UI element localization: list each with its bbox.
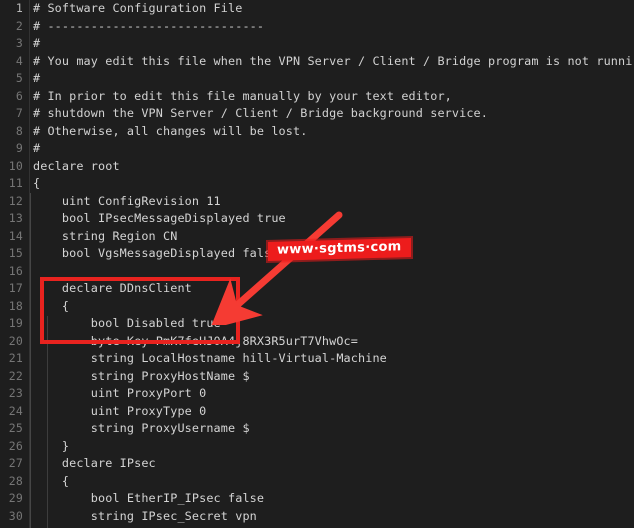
code-line[interactable]: # xyxy=(33,70,634,88)
code-line[interactable]: declare IPsec xyxy=(33,455,634,473)
line-number: 29 xyxy=(8,491,23,506)
code-line[interactable] xyxy=(33,263,634,281)
line-number: 4 xyxy=(15,53,23,68)
code-line[interactable]: { xyxy=(33,175,634,193)
code-line[interactable]: { xyxy=(33,298,634,316)
line-number: 24 xyxy=(8,403,23,418)
code-editor[interactable]: 1 2 3 4 5 6 7 8 9 10 11 12 13 14 15 16 17 18 19 20 21 22 23 24 2… xyxy=(0,0,634,528)
code-line[interactable]: # shutdown the VPN Server / Client / Bri… xyxy=(33,105,634,123)
code-line[interactable]: byte Key PmK7feHJ0A4j8RX3R5urT7VhwOc= xyxy=(33,333,634,351)
code-line[interactable]: bool EtherIP_IPsec false xyxy=(33,490,634,508)
code-line[interactable]: string ProxyUsername $ xyxy=(33,420,634,438)
line-number: 21 xyxy=(8,351,23,366)
code-line[interactable]: string IPsec_Secret vpn xyxy=(33,508,634,526)
line-number: 14 xyxy=(8,228,23,243)
code-line[interactable]: declare DDnsClient xyxy=(33,280,634,298)
line-number: 15 xyxy=(8,246,23,261)
indent-guide xyxy=(30,193,31,528)
code-line[interactable]: bool IPsecMessageDisplayed true xyxy=(33,210,634,228)
line-number: 7 xyxy=(15,106,23,121)
line-number: 22 xyxy=(8,368,23,383)
line-number: 12 xyxy=(8,193,23,208)
line-number: 8 xyxy=(15,123,23,138)
code-line[interactable]: # You may edit this file when the VPN Se… xyxy=(33,53,634,71)
code-line[interactable]: uint ConfigRevision 11 xyxy=(33,193,634,211)
code-line[interactable]: # In prior to edit this file manually by… xyxy=(33,88,634,106)
code-line[interactable]: } xyxy=(33,438,634,456)
code-line[interactable]: bool Disabled true xyxy=(33,315,634,333)
code-line[interactable]: { xyxy=(33,473,634,491)
line-number: 30 xyxy=(8,508,23,523)
line-number-gutter: 1 2 3 4 5 6 7 8 9 10 11 12 13 14 15 16 17 18 19 20 21 22 23 24 2… xyxy=(0,0,30,528)
line-number: 13 xyxy=(8,211,23,226)
line-number: 9 xyxy=(15,141,23,156)
line-number: 6 xyxy=(15,88,23,103)
code-line[interactable]: # Software Configuration File xyxy=(33,0,634,18)
code-line[interactable]: # ------------------------------ xyxy=(33,18,634,36)
line-number: 2 xyxy=(15,18,23,33)
code-line[interactable]: # xyxy=(33,35,634,53)
code-line[interactable]: # Otherwise, all changes will be lost. xyxy=(33,123,634,141)
line-number: 25 xyxy=(8,421,23,436)
line-number: 23 xyxy=(8,386,23,401)
line-number: 1 xyxy=(15,1,23,15)
code-line[interactable]: string LocalHostname hill-Virtual-Machin… xyxy=(33,350,634,368)
line-number: 27 xyxy=(8,456,23,471)
line-number: 11 xyxy=(8,176,23,191)
code-line[interactable]: uint ProxyType 0 xyxy=(33,403,634,421)
line-number: 5 xyxy=(15,71,23,86)
line-number: 26 xyxy=(8,438,23,453)
code-line[interactable]: # xyxy=(33,140,634,158)
code-line[interactable]: string Region CN xyxy=(33,228,634,246)
code-line[interactable]: declare root xyxy=(33,158,634,176)
line-number: 17 xyxy=(8,281,23,296)
line-number: 3 xyxy=(15,36,23,51)
code-line[interactable]: bool VgsMessageDisplayed false xyxy=(33,245,634,263)
line-number: 16 xyxy=(8,263,23,278)
line-number: 19 xyxy=(8,316,23,331)
line-number: 18 xyxy=(8,298,23,313)
line-number: 28 xyxy=(8,473,23,488)
line-number: 20 xyxy=(8,333,23,348)
line-number: 10 xyxy=(8,158,23,173)
code-line[interactable]: uint ProxyPort 0 xyxy=(33,385,634,403)
code-content[interactable]: # Software Configuration File # ---------… xyxy=(33,0,634,528)
code-line[interactable]: string ProxyHostName $ xyxy=(33,368,634,386)
